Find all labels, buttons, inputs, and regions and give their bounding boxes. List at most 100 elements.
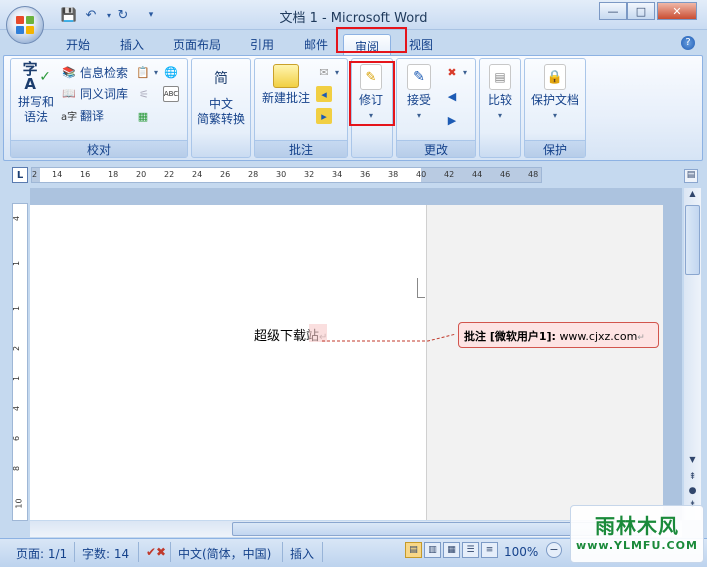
tab-selector-button[interactable]: L: [12, 167, 28, 183]
horizontal-ruler[interactable]: 2 14 16 18 20 22 24 26 28 30 32 34 36 38…: [31, 167, 542, 183]
new-comment-button[interactable]: 新建批注: [258, 64, 314, 106]
previous-change-button[interactable]: ◀: [444, 88, 463, 104]
accept-dropdown-icon: ▾: [416, 111, 421, 120]
translate-icon: a字: [60, 112, 78, 123]
word-count[interactable]: 字数: 14: [82, 545, 129, 562]
h-tick: 30: [276, 170, 287, 179]
help-icon[interactable]: ?: [681, 36, 695, 50]
thesaurus-button[interactable]: 📖 同义词库: [61, 85, 128, 102]
tab-view[interactable]: 视图: [403, 34, 439, 54]
translation-tip-button[interactable]: 🌐: [163, 64, 182, 80]
spelling-label-2: 语法: [23, 110, 48, 124]
status-divider: [322, 542, 323, 562]
translate-button[interactable]: a字 翻译: [61, 107, 104, 124]
language-icon: 📋: [136, 65, 150, 79]
status-divider: [170, 542, 171, 562]
scroll-up-icon[interactable]: ▲: [685, 189, 700, 203]
tab-home[interactable]: 开始: [60, 34, 96, 54]
group-label-proofing: 校对: [11, 140, 187, 157]
word-count-icon: ABC: [163, 86, 179, 102]
vertical-scroll-thumb[interactable]: [685, 205, 700, 275]
h-tick: 44: [472, 170, 483, 179]
reject-button[interactable]: ✖ ▾: [444, 64, 467, 80]
research-button[interactable]: 📚 信息检索: [61, 64, 128, 81]
accept-label: 接受: [406, 93, 431, 107]
protect-dropdown-icon: ▾: [552, 111, 557, 120]
v-tick: 2: [12, 345, 22, 352]
h-tick: 42: [444, 170, 455, 179]
web-layout-view-icon[interactable]: ▦: [443, 542, 460, 558]
spell-check-icon: 字A ✓: [22, 60, 51, 93]
tab-review[interactable]: 审阅: [343, 34, 391, 56]
h-tick: 38: [388, 170, 399, 179]
lock-document-icon: 🔒: [544, 64, 566, 90]
minimize-button[interactable]: —: [599, 2, 627, 20]
v-tick: 10: [14, 498, 24, 509]
compare-dropdown-icon: ▾: [497, 111, 502, 120]
page-indicator[interactable]: 页面: 1/1: [16, 545, 67, 562]
reject-dropdown-icon: ▾: [463, 67, 468, 77]
next-change-button[interactable]: ▶: [444, 112, 463, 128]
close-button[interactable]: ✕: [657, 2, 697, 20]
watermark-title: 雨林木风: [595, 514, 679, 538]
chinese-conversion-button[interactable]: 简 中文 简繁转换: [191, 64, 251, 127]
group-label-protect: 保护: [525, 140, 585, 157]
thesaurus-icon: 📖: [62, 87, 76, 100]
delete-comment-icon: ✉: [319, 65, 329, 79]
previous-comment-icon: ◂: [316, 86, 332, 102]
track-changes-dropdown-icon: ▾: [368, 111, 373, 120]
view-ruler-icon[interactable]: ▤: [684, 169, 698, 183]
chinese-label-1: 中文: [208, 97, 233, 111]
group-label-changes: 更改: [397, 140, 475, 157]
outline-view-icon[interactable]: ☰: [462, 542, 479, 558]
print-layout-view-icon[interactable]: ▤: [405, 542, 422, 558]
research-label: 信息检索: [80, 66, 129, 80]
tab-page-layout[interactable]: 页面布局: [167, 34, 227, 54]
delete-comment-button[interactable]: ✉ ▾: [316, 64, 339, 80]
tab-mailings[interactable]: 邮件: [298, 34, 334, 54]
h-tick: 24: [192, 170, 203, 179]
disabled-tool-button[interactable]: ⚟: [136, 86, 155, 102]
previous-comment-button[interactable]: ◂: [316, 86, 335, 102]
next-comment-button[interactable]: ▸: [316, 108, 335, 124]
full-screen-reading-view-icon[interactable]: ▥: [424, 542, 441, 558]
tab-insert[interactable]: 插入: [114, 34, 150, 54]
language-status[interactable]: 中文(简体，中国): [178, 545, 271, 562]
browse-object-icon[interactable]: ●: [685, 486, 700, 498]
h-tick: 20: [136, 170, 147, 179]
tab-references[interactable]: 引用: [244, 34, 280, 54]
status-divider: [282, 542, 283, 562]
spelling-grammar-button[interactable]: 字A ✓ 拼写和 语法: [14, 62, 58, 125]
v-tick: 1: [12, 305, 22, 312]
next-change-icon: ▶: [447, 113, 457, 127]
delete-dropdown-icon: ▾: [335, 67, 340, 77]
draft-view-icon[interactable]: ≡: [481, 542, 498, 558]
next-comment-icon: ▸: [316, 108, 332, 124]
word-count-button[interactable]: ABC: [163, 86, 182, 102]
restore-button[interactable]: □: [627, 2, 655, 20]
compare-button[interactable]: ▤ 比较 ▾: [481, 64, 519, 123]
h-tick: 32: [304, 170, 315, 179]
zoom-out-icon[interactable]: −: [546, 542, 562, 558]
proofing-status-icon[interactable]: ✔✖: [146, 545, 166, 559]
comment-balloon[interactable]: 批注 [微软用户1]: www.cjxz.com↵: [458, 322, 659, 348]
vertical-ruler[interactable]: 4 1 1 2 1 4 6 8 10: [12, 203, 28, 521]
v-tick: 8: [12, 465, 22, 472]
compare-label: 比较: [487, 93, 512, 107]
insert-tool-button[interactable]: ▦: [135, 108, 154, 124]
office-button[interactable]: [6, 6, 44, 44]
previous-page-icon[interactable]: ⇞: [685, 472, 700, 484]
disabled-tool-icon: ⚟: [139, 87, 149, 101]
protect-document-button[interactable]: 🔒 保护文档 ▾: [526, 64, 584, 123]
zoom-level[interactable]: 100%: [504, 545, 538, 559]
track-changes-button[interactable]: ✎ 修订 ▾: [352, 64, 390, 123]
accept-button[interactable]: ✎ 接受 ▾: [400, 64, 438, 123]
v-tick: 6: [12, 435, 22, 442]
protect-label: 保护文档: [530, 93, 579, 107]
insert-mode-status[interactable]: 插入: [290, 545, 314, 562]
accept-change-icon: ✎: [407, 64, 431, 90]
scroll-down-icon[interactable]: ▼: [685, 455, 700, 467]
comment-author-label: 批注 [微软用户1]:: [464, 330, 556, 343]
set-language-button[interactable]: 📋 ▾: [135, 64, 158, 80]
h-tick: 40: [416, 170, 427, 179]
